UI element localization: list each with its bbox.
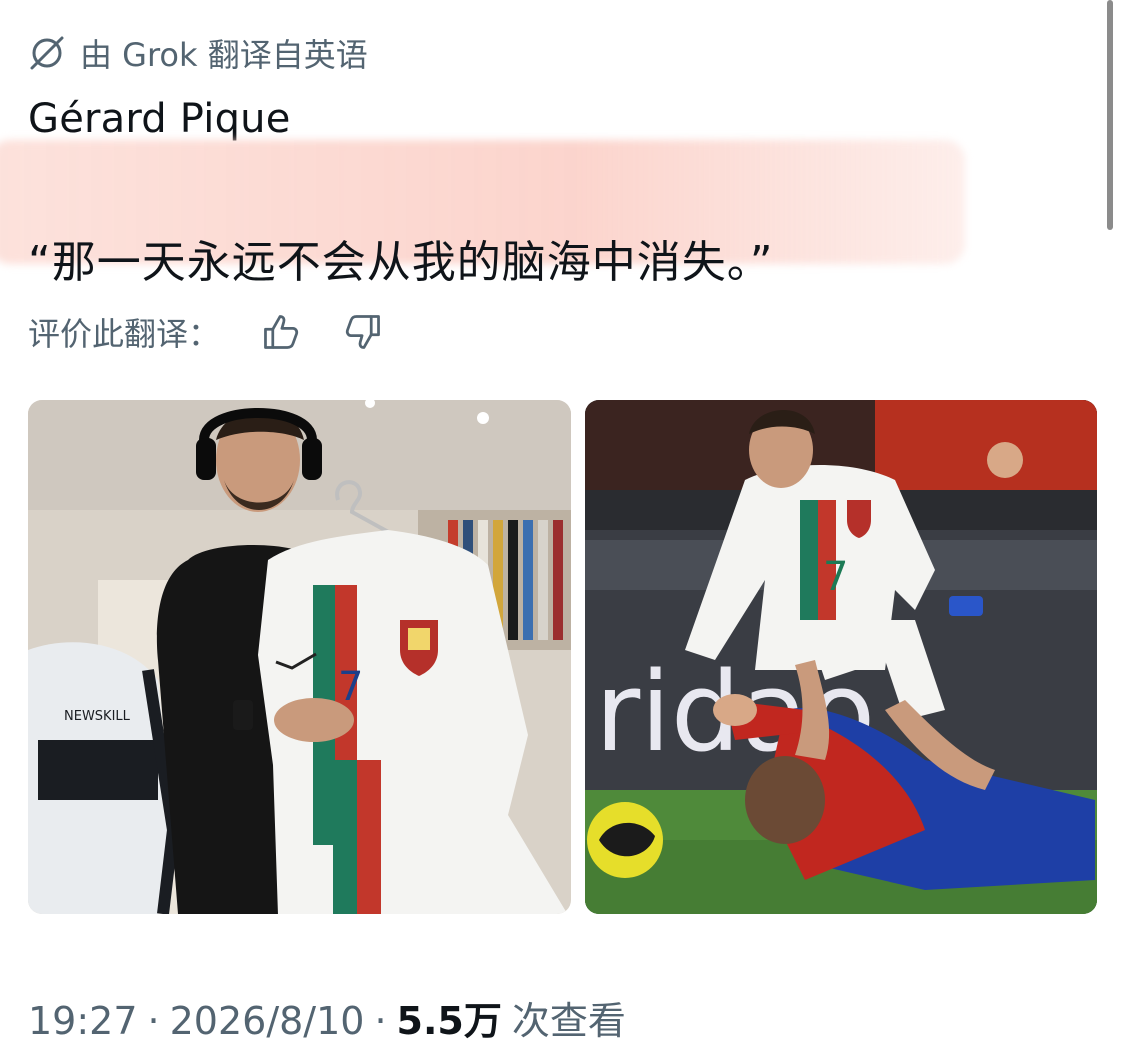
post-quote: “那一天永远不会从我的脑海中消失。” <box>28 237 774 288</box>
meta-separator: · <box>147 999 160 1043</box>
translate-globe-icon <box>28 34 66 72</box>
photo-ronaldo-stepping-over-pique: ridao 7 <box>585 400 1097 914</box>
views-label: 次查看 <box>511 999 626 1043</box>
rate-label: 评价此翻译： <box>28 315 221 353</box>
jersey-number-left: 7 <box>338 664 363 710</box>
meta-separator: · <box>374 999 387 1043</box>
jersey-number-right: 7 <box>823 554 848 600</box>
thumbs-down-icon[interactable] <box>340 309 386 355</box>
post-author-line: Gérard Pique <box>28 96 291 142</box>
media-photo-right[interactable]: ridao 7 <box>585 400 1097 914</box>
post-time: 19:27 <box>28 999 138 1043</box>
chair-logo: NEWSKILL <box>64 709 131 724</box>
photo-pique-holding-portugal-jersey: NEWSKILL 7 <box>28 400 571 914</box>
post-date: 2026/8/10 <box>169 999 365 1043</box>
translation-notice: 由 Grok 翻译自英语 <box>28 30 368 76</box>
scrollbar[interactable] <box>1107 0 1113 230</box>
thumbs-up-icon[interactable] <box>258 309 304 355</box>
post-meta: 19:27 · 2026/8/10 · 5.5万 次查看 <box>28 990 626 1045</box>
translation-label: 由 Grok 翻译自英语 <box>80 36 368 74</box>
media-photo-left[interactable]: NEWSKILL 7 <box>28 400 571 914</box>
post-detail: 由 Grok 翻译自英语 Gérard Pique “那一天永远不会从我的脑海中… <box>0 0 1125 1056</box>
rate-translation: 评价此翻译： <box>28 308 386 356</box>
views-count: 5.5万 <box>396 999 502 1043</box>
